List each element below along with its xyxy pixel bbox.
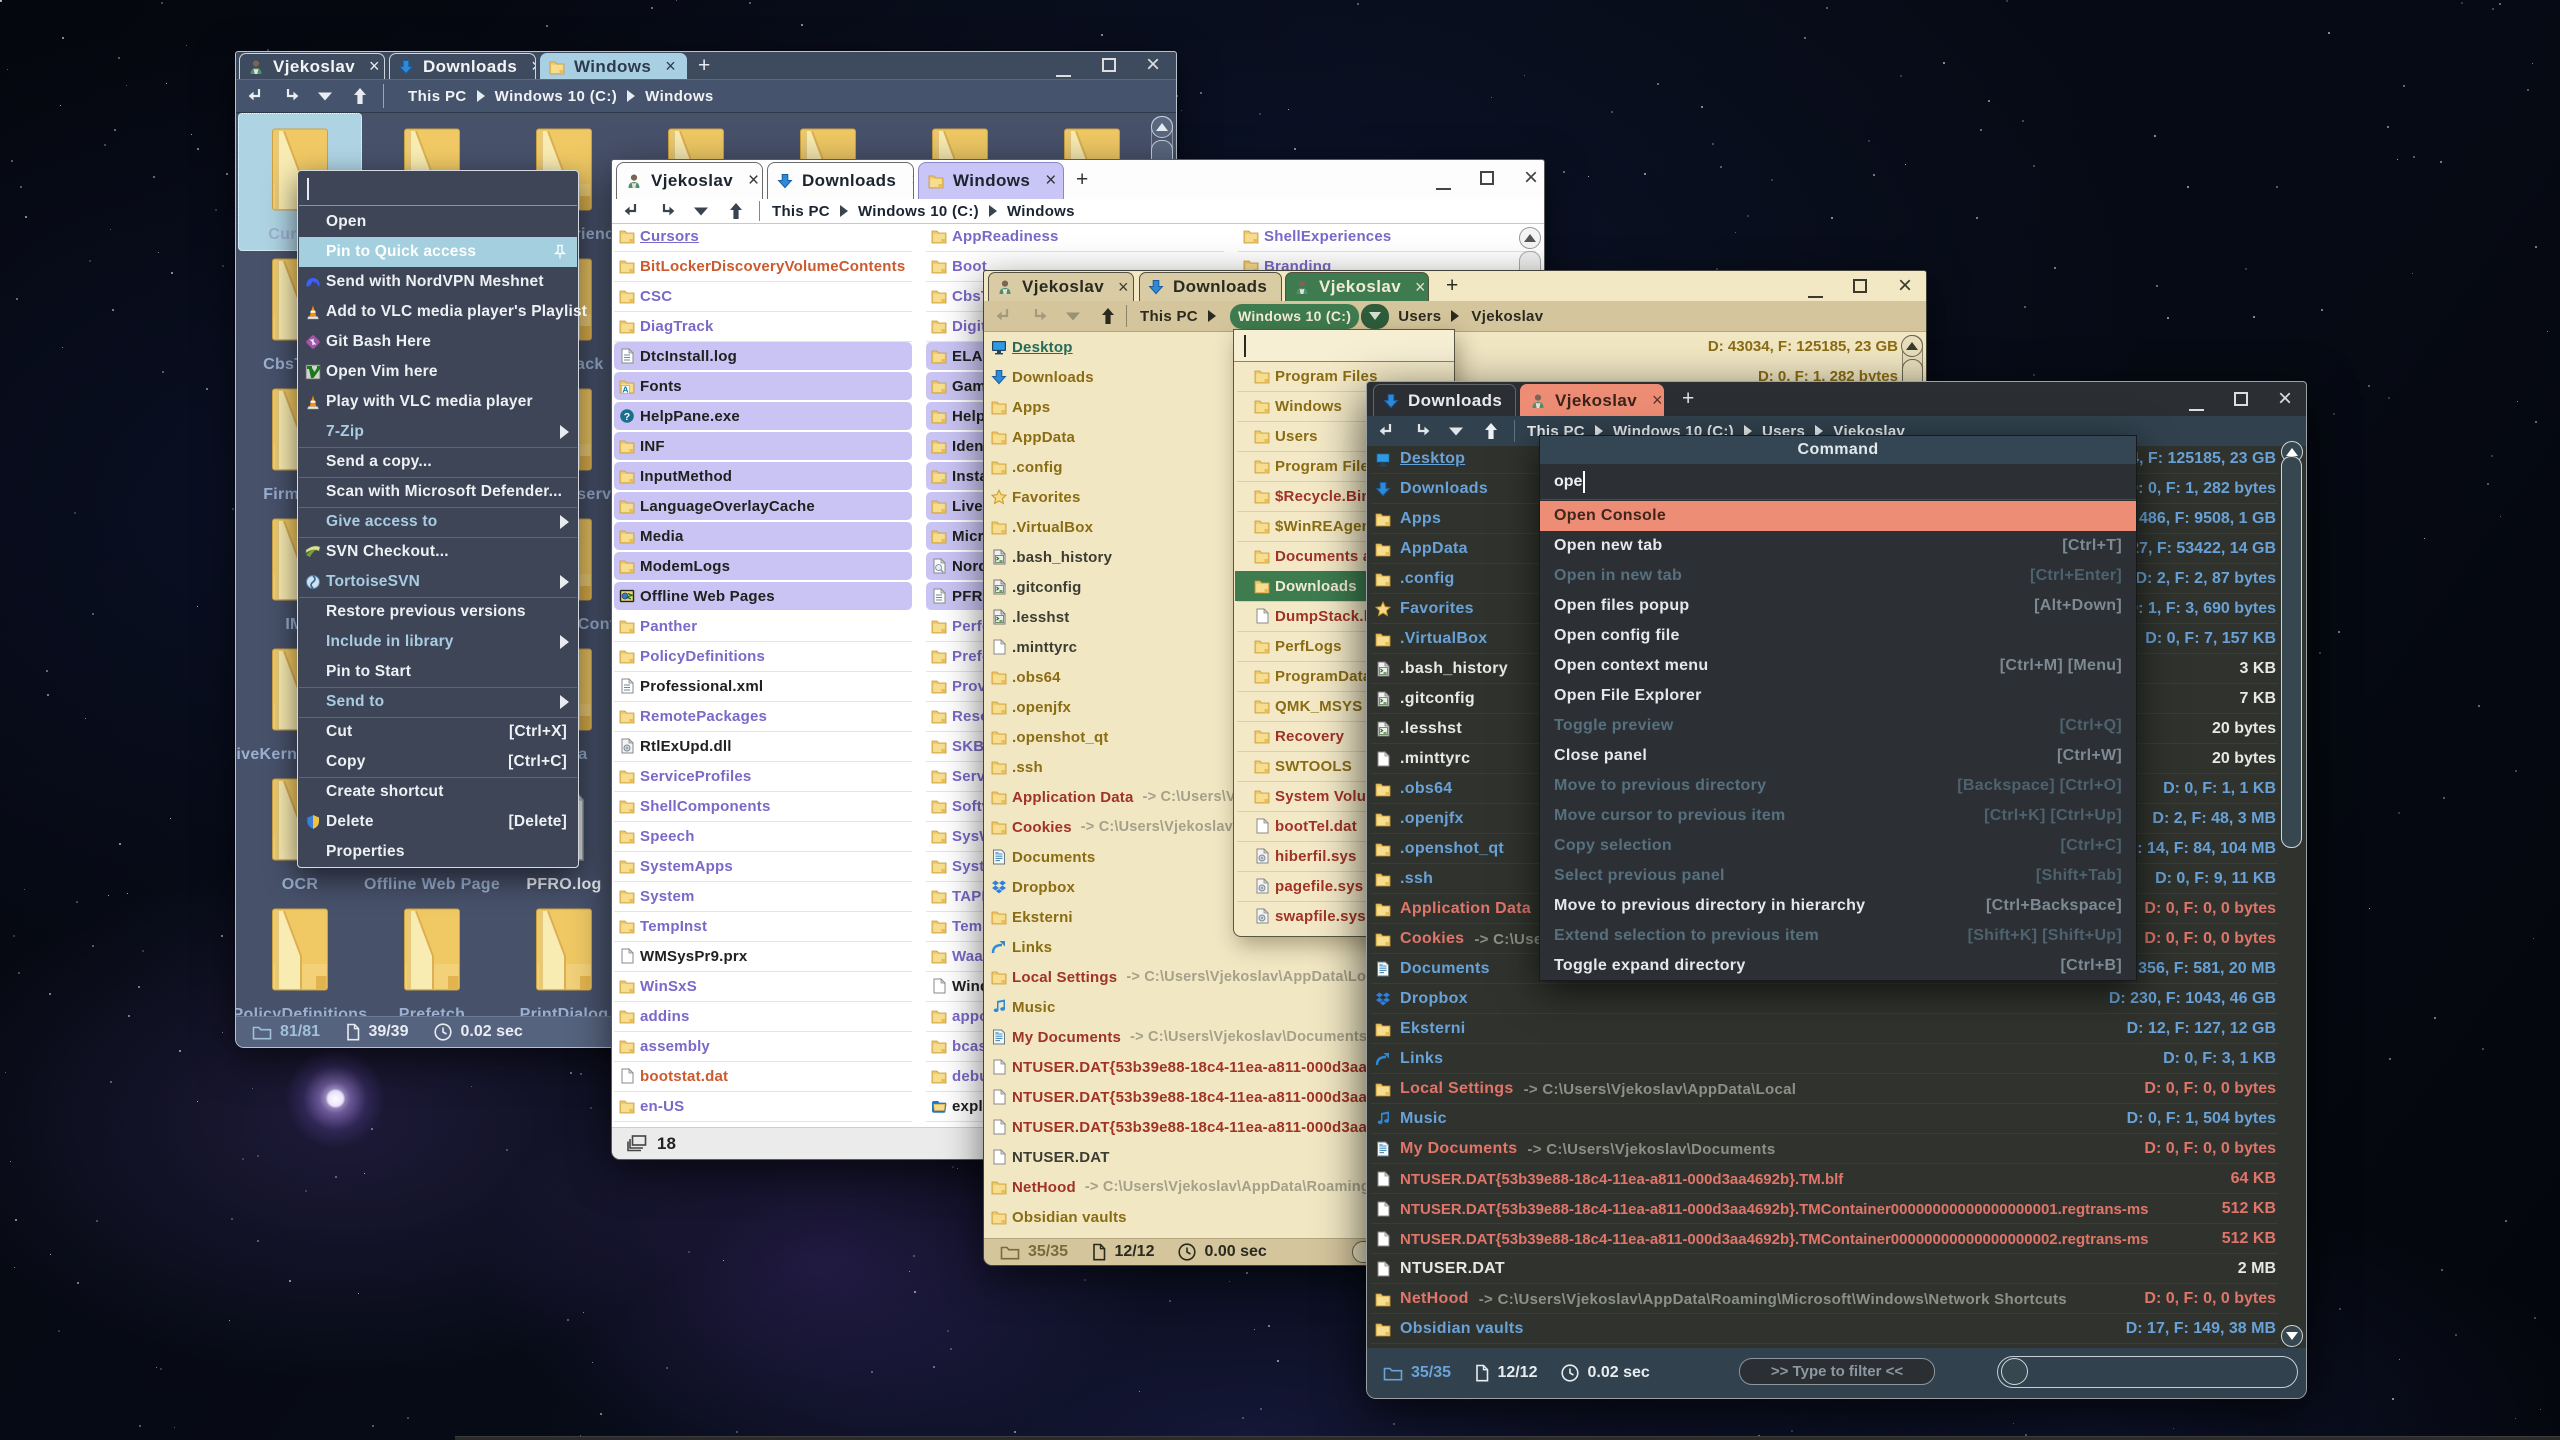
svg-text:?: ? <box>624 411 631 423</box>
svg-text:A: A <box>622 384 628 394</box>
